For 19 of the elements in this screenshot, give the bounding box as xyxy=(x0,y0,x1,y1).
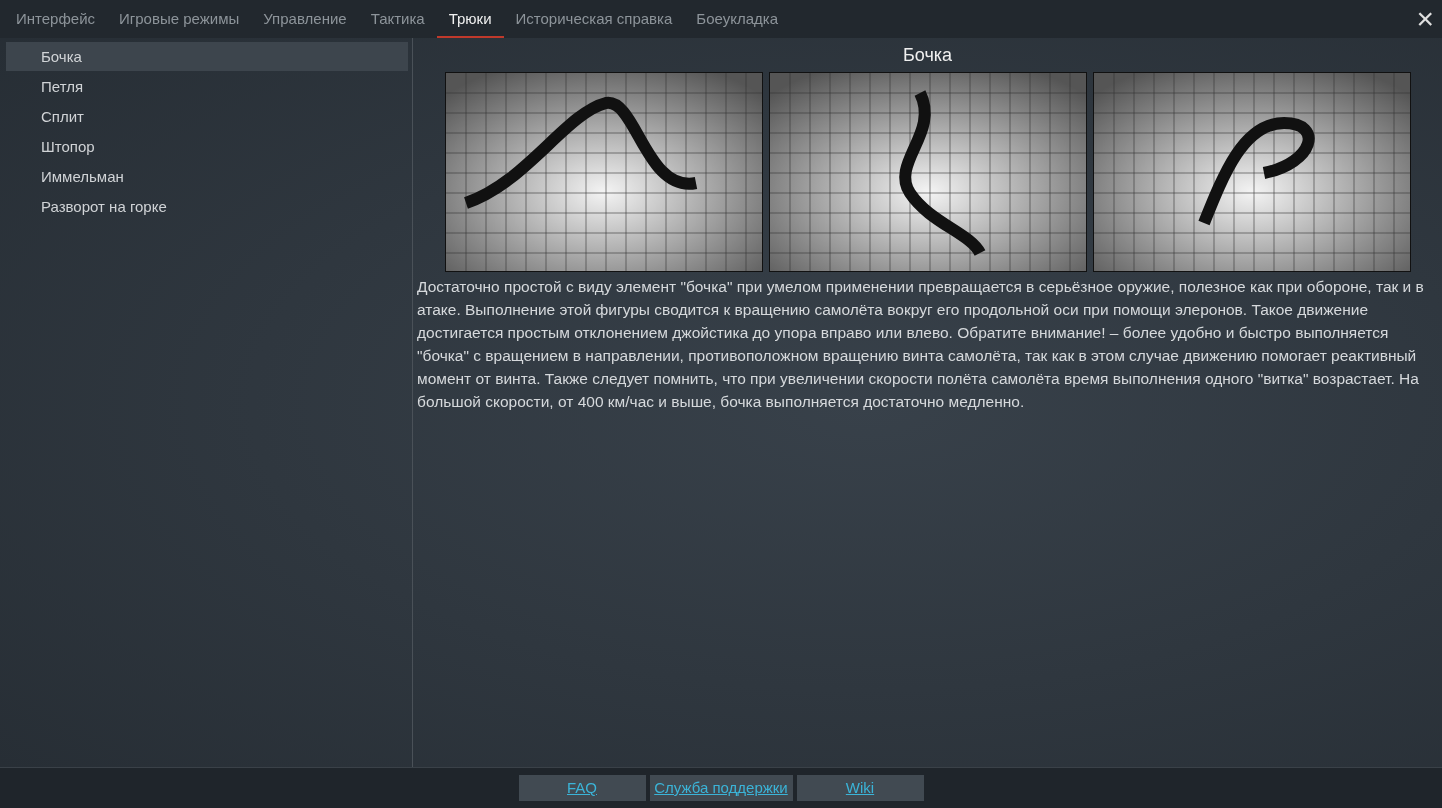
tab[interactable]: Боеукладка xyxy=(684,0,790,38)
tab[interactable]: Интерфейс xyxy=(4,0,107,38)
footer-link[interactable]: FAQ xyxy=(518,775,646,801)
sidebar-item[interactable]: Сплит xyxy=(6,102,408,131)
article-text: Достаточно простой с виду элемент "бочка" при умелом применении превращается в серьёзное оружие, полезное как при обороне, так и в атаке. Выполнение этой фигуры сводится к вращению самолёта вокруг его продольной оси при помощи элеронов. Такое движение достигается простым отклонением джойстика до упора вправо или влево. Обратите внимание! – более удобно и быстро выполняется "бочка" с вращением в направлении, противоположном вращению винта самолёта, так как в этом случае движению помогает реактивный момент от винта. Также следует помнить, что при увеличении скорости полёта самолёта время выполнения одного "витка" возрастает. На большой скорости, от 400 км/час и выше, бочка выполняется достаточно медленно. xyxy=(417,277,1425,412)
sidebar-item[interactable]: Иммельман xyxy=(6,162,408,191)
tab[interactable]: Управление xyxy=(251,0,359,38)
sidebar-item[interactable]: Петля xyxy=(6,72,408,101)
article-title: Бочка xyxy=(901,44,954,67)
tab[interactable]: Игровые режимы xyxy=(107,0,252,38)
sidebar-item[interactable]: Разворот на горке xyxy=(6,192,408,221)
tab[interactable]: Тактика xyxy=(358,0,437,38)
sidebar-item[interactable]: Бочка xyxy=(6,42,408,71)
close-button[interactable]: × xyxy=(1408,0,1442,38)
tab[interactable]: Историческая справка xyxy=(503,0,685,38)
sidebar-item[interactable]: Штопор xyxy=(6,132,408,161)
footer-link[interactable]: Wiki xyxy=(796,775,924,801)
footer-link[interactable]: Служба поддержки xyxy=(649,775,793,801)
tab[interactable]: Трюки xyxy=(436,0,504,38)
